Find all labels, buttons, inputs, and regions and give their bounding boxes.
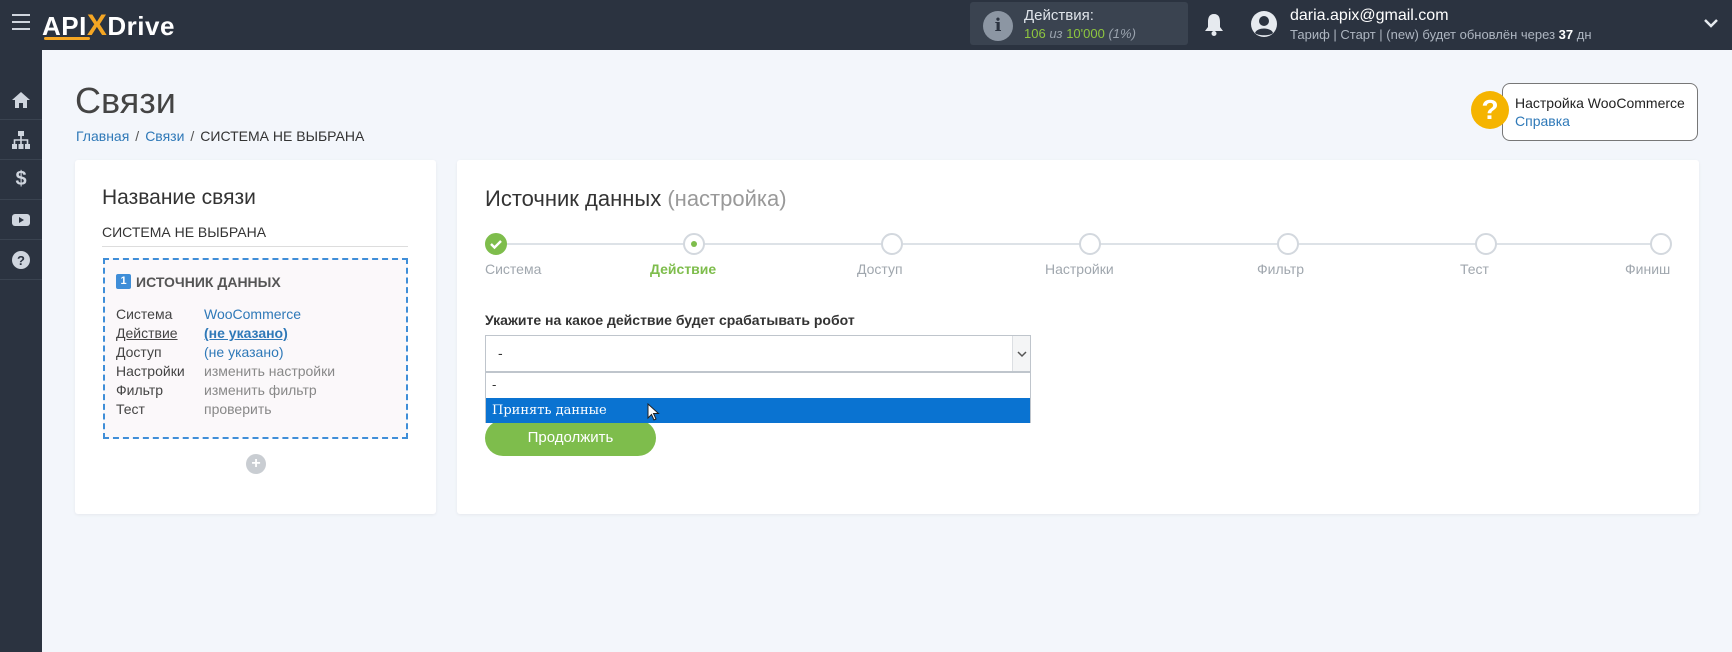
step-dot-system[interactable]	[485, 233, 507, 255]
svg-text:?: ?	[17, 253, 25, 268]
action-select[interactable]: -	[485, 335, 1031, 372]
page-title: Связи	[75, 80, 176, 121]
data-source-settings-card: Источник данных (настройка) Система Дейс…	[457, 160, 1699, 514]
dollar-icon: $	[15, 168, 27, 190]
row-value[interactable]: (не указано)	[204, 325, 288, 341]
step-dot-action[interactable]	[683, 233, 705, 255]
step-dot-access[interactable]	[881, 233, 903, 255]
sidebar-item-home[interactable]	[0, 80, 42, 120]
sidebar-item-billing[interactable]: $	[0, 160, 42, 200]
actions-count: 106 из 10'000 (1%)	[1024, 26, 1136, 41]
chevron-down-icon[interactable]	[1702, 14, 1720, 32]
step-dot-filter[interactable]	[1277, 233, 1299, 255]
step-dot-finish[interactable]	[1650, 233, 1672, 255]
row-key: Доступ	[116, 344, 162, 360]
continue-button[interactable]: Продолжить	[485, 420, 656, 456]
question-icon[interactable]: ?	[1471, 91, 1509, 129]
sidebar-item-help[interactable]: ?	[0, 240, 42, 280]
step-label-test[interactable]: Тест	[1460, 261, 1489, 277]
step-label-filter[interactable]: Фильтр	[1257, 261, 1304, 277]
sidebar-item-connections[interactable]	[0, 120, 42, 160]
user-avatar-icon[interactable]	[1250, 10, 1278, 38]
youtube-icon	[12, 213, 30, 226]
user-email[interactable]: daria.apix@gmail.com	[1290, 7, 1449, 25]
help-icon: ?	[12, 250, 30, 269]
actions-label: Действия:	[1024, 7, 1094, 24]
dropdown-option-empty[interactable]: -	[486, 373, 1030, 398]
source-number-badge: 1	[116, 274, 131, 289]
step-label-system[interactable]: Система	[485, 261, 541, 277]
row-key: Действие	[116, 325, 178, 341]
row-value[interactable]: WooCommerce	[204, 306, 301, 322]
top-bar: APIXDrive i Действия: 106 из 10'000 (1%)…	[0, 0, 1732, 50]
tariff-info: Тариф | Старт | (new) будет обновлён чер…	[1290, 27, 1592, 42]
step-dot-settings[interactable]	[1079, 233, 1101, 255]
step-dot-test[interactable]	[1475, 233, 1497, 255]
bell-icon[interactable]	[1203, 12, 1225, 36]
logo-underline	[44, 37, 90, 40]
breadcrumb-connections[interactable]: Связи	[145, 128, 184, 144]
row-value[interactable]: изменить фильтр	[204, 382, 317, 398]
row-key: Настройки	[116, 363, 185, 379]
source-title: ИСТОЧНИК ДАННЫХ	[136, 274, 281, 290]
settings-heading: Источник данных (настройка)	[485, 186, 787, 211]
action-dropdown-list[interactable]: - Принять данные	[485, 372, 1031, 423]
select-current-value: -	[498, 345, 503, 361]
row-value[interactable]: изменить настройки	[204, 363, 335, 379]
row-key: Тест	[116, 401, 145, 417]
step-label-settings[interactable]: Настройки	[1045, 261, 1114, 277]
action-prompt-label: Укажите на какое действие будет срабатыв…	[485, 312, 855, 328]
help-link[interactable]: Справка	[1515, 113, 1697, 129]
sitemap-icon	[12, 130, 30, 149]
info-icon: i	[983, 11, 1013, 41]
connection-name-heading: Название связи	[102, 186, 256, 209]
dropdown-option-receive-data[interactable]: Принять данные	[486, 398, 1030, 423]
step-label-access[interactable]: Доступ	[857, 261, 903, 277]
row-value[interactable]: проверить	[204, 401, 272, 417]
connection-name-field[interactable]: СИСТЕМА НЕ ВЫБРАНА	[102, 224, 408, 247]
sidebar-item-video[interactable]	[0, 200, 42, 240]
step-label-action[interactable]: Действие	[650, 261, 716, 277]
row-key: Фильтр	[116, 382, 164, 398]
breadcrumb: Главная / Связи / СИСТЕМА НЕ ВЫБРАНА	[76, 128, 365, 144]
data-source-block[interactable]: 1 ИСТОЧНИК ДАННЫХ Система WooCommerce Де…	[103, 258, 408, 439]
help-box[interactable]: Настройка WooCommerce Справка	[1502, 83, 1698, 141]
mouse-cursor-icon	[647, 403, 660, 421]
select-chevron-down-icon[interactable]	[1012, 336, 1030, 371]
check-icon	[490, 240, 502, 250]
sidebar: $ ?	[0, 50, 42, 652]
hamburger-menu-icon[interactable]	[12, 14, 30, 30]
connection-card: Название связи СИСТЕМА НЕ ВЫБРАНА 1 ИСТО…	[75, 160, 436, 514]
breadcrumb-current: СИСТЕМА НЕ ВЫБРАНА	[200, 128, 365, 144]
home-icon	[12, 91, 30, 108]
row-value[interactable]: (не указано)	[204, 344, 284, 360]
actions-counter[interactable]: i Действия: 106 из 10'000 (1%)	[970, 2, 1188, 45]
row-key: Система	[116, 306, 173, 322]
add-block-button[interactable]: +	[246, 454, 266, 474]
breadcrumb-home[interactable]: Главная	[76, 128, 129, 144]
help-title: Настройка WooCommerce	[1515, 95, 1685, 111]
step-label-finish[interactable]: Финиш	[1625, 261, 1670, 277]
